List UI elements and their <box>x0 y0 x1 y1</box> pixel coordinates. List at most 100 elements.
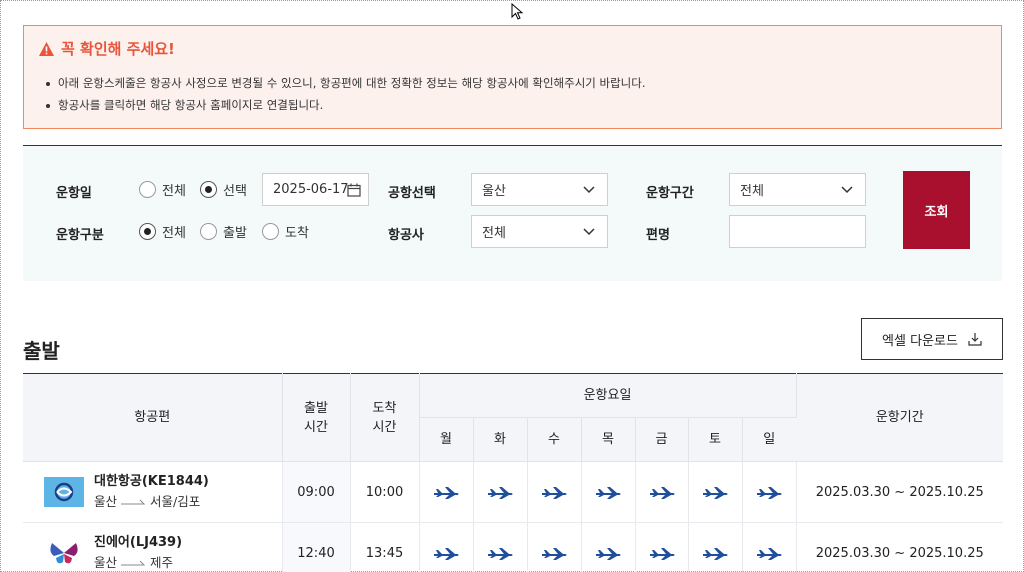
korean-air-logo[interactable] <box>44 477 84 507</box>
header-text: 시간 <box>372 419 397 435</box>
airport-select[interactable]: 울산 <box>471 173 608 206</box>
header-arrival-time: 도착시간 <box>350 373 420 462</box>
notice-title: 꼭 확인해 주세요! <box>38 38 175 59</box>
arrival-time: 13:45 <box>350 522 420 572</box>
date-input[interactable]: 2025-06-17 <box>262 173 369 206</box>
date-value: 2025-06-17 <box>273 182 349 197</box>
warning-icon <box>39 41 54 56</box>
airline-select[interactable]: 전체 <box>471 215 608 248</box>
airplane-icon <box>649 485 675 500</box>
section-title: 출발 <box>23 339 60 363</box>
day-cell <box>688 461 743 523</box>
radio-label: 선택 <box>223 184 247 199</box>
radio-label: 전체 <box>162 226 186 241</box>
departure-time: 12:40 <box>282 522 351 572</box>
airplane-icon <box>487 485 513 500</box>
day-cell <box>635 461 689 523</box>
header-day-mon: 월 <box>419 417 474 462</box>
header-day-tue: 화 <box>473 417 528 462</box>
day-cell <box>635 522 689 572</box>
date-label: 운항일 <box>56 186 92 201</box>
section-select[interactable]: 전체 <box>729 173 866 206</box>
day-cell <box>527 461 582 523</box>
jinair-logo[interactable] <box>44 538 84 568</box>
airplane-icon <box>649 546 675 561</box>
airplane-icon <box>756 485 782 500</box>
airplane-icon <box>541 485 567 500</box>
header-period: 운항기간 <box>796 373 1003 462</box>
section-label: 운항구간 <box>646 186 694 201</box>
chevron-down-icon <box>583 186 595 194</box>
airplane-icon <box>433 485 459 500</box>
search-panel: 운항일 전체 선택 2025-06-17 공항선택 울산 운항구간 전체 운항구… <box>23 145 1002 281</box>
airplane-icon <box>702 546 728 561</box>
header-day-sat: 토 <box>688 417 743 462</box>
day-cell <box>742 461 797 523</box>
route-arrow-icon <box>121 499 146 505</box>
header-day-fri: 금 <box>635 417 689 462</box>
radio-circle <box>262 223 279 240</box>
notice-title-text: 꼭 확인해 주세요! <box>61 40 175 58</box>
search-button[interactable]: 조회 <box>903 171 970 249</box>
radio-circle <box>200 223 217 240</box>
operating-period: 2025.03.30 ~ 2025.10.25 <box>796 522 1003 572</box>
header-flight: 항공편 <box>23 373 283 462</box>
airplane-icon <box>595 485 621 500</box>
radio-circle <box>139 181 156 198</box>
header-day-sun: 일 <box>742 417 796 462</box>
excel-download-label: 엑셀 다운로드 <box>882 333 958 349</box>
table-row: 진에어(LJ439) 울산 제주 12:40 13:45 2025.03.30 ~ 202… <box>23 522 1003 572</box>
airplane-icon <box>756 546 782 561</box>
day-cell <box>581 461 636 523</box>
type-radio-departure[interactable]: 출발 <box>200 222 247 241</box>
airline-link[interactable]: 대한항공(KE1844) <box>94 472 209 492</box>
schedule-table: 항공편 출발 시간 도착 시간 운항요일 운항기간 월 화 수 목 금 토 일 대한… <box>23 373 1003 572</box>
date-radio-select[interactable]: 선택 <box>200 180 247 199</box>
calendar-icon[interactable] <box>347 183 361 197</box>
route: 울산 제주 <box>94 553 182 572</box>
day-cell <box>473 522 528 572</box>
route-arrow-icon <box>121 560 146 566</box>
flight-cell: 대한항공(KE1844) 울산 서울/김포 <box>23 461 283 523</box>
header-text: 출발 <box>304 400 328 416</box>
airline-link[interactable]: 진에어(LJ439) <box>94 533 182 553</box>
airplane-icon <box>595 546 621 561</box>
notice-list: 아래 운항스케줄은 항공사 사정으로 변경될 수 있으니, 항공편에 대한 정확… <box>44 72 645 116</box>
header-days: 운항요일 <box>419 373 797 418</box>
route-origin: 울산 <box>94 555 118 570</box>
chevron-down-icon <box>841 186 853 194</box>
day-cell <box>527 522 582 572</box>
operating-period: 2025.03.30 ~ 2025.10.25 <box>796 461 1003 523</box>
header-day-wed: 수 <box>527 417 582 462</box>
type-radio-all[interactable]: 전체 <box>139 222 186 241</box>
header-text: 도착 <box>372 400 397 416</box>
date-radio-all[interactable]: 전체 <box>139 180 186 199</box>
excel-download-button[interactable]: 엑셀 다운로드 <box>861 318 1003 360</box>
airplane-icon <box>702 485 728 500</box>
header-departure-time: 출발시간 <box>282 373 351 462</box>
airline-label: 항공사 <box>388 228 424 243</box>
notice-box: 꼭 확인해 주세요! 아래 운항스케줄은 항공사 사정으로 변경될 수 있으니,… <box>23 25 1002 129</box>
route-destination: 서울/김포 <box>150 494 201 509</box>
day-cell <box>688 522 743 572</box>
radio-label: 전체 <box>162 184 186 199</box>
route-destination: 제주 <box>150 555 174 570</box>
day-cell <box>419 522 474 572</box>
day-cell <box>473 461 528 523</box>
table-row: 대한항공(KE1844) 울산 서울/김포 09:00 10:00 2025.03.30 … <box>23 461 1003 523</box>
day-cell <box>581 522 636 572</box>
day-cell <box>742 522 797 572</box>
radio-label: 도착 <box>285 226 309 241</box>
airport-value: 울산 <box>482 184 506 199</box>
departure-time: 09:00 <box>282 461 351 523</box>
airplane-icon <box>487 546 513 561</box>
arrival-time: 10:00 <box>350 461 420 523</box>
radio-circle-checked <box>200 181 217 198</box>
header-text: 시간 <box>304 419 328 435</box>
flight-cell: 진에어(LJ439) 울산 제주 <box>23 522 283 572</box>
type-radio-arrival[interactable]: 도착 <box>262 222 309 241</box>
airplane-icon <box>433 546 459 561</box>
flight-number-input[interactable] <box>729 215 866 248</box>
notice-item: 아래 운항스케줄은 항공사 사정으로 변경될 수 있으니, 항공편에 대한 정확… <box>44 72 645 94</box>
airline-value: 전체 <box>482 226 506 241</box>
